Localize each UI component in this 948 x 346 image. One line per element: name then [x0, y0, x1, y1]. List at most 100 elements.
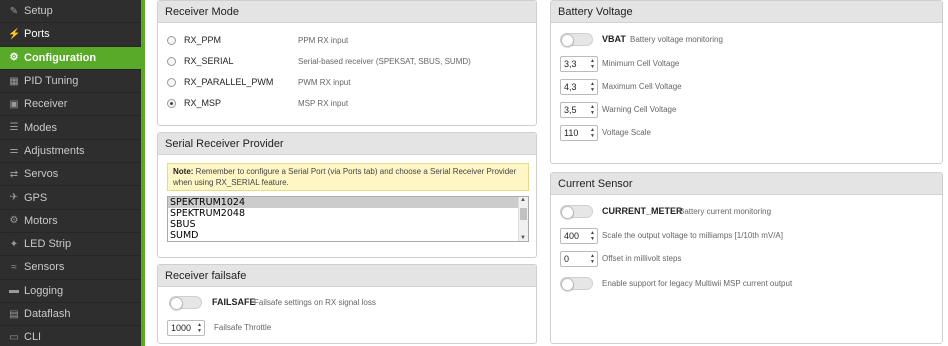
- number-input[interactable]: 0 ▲ ▼: [560, 251, 598, 267]
- note-text: Remember to configure a Serial Port (via…: [173, 167, 517, 187]
- led-icon: ✦: [9, 238, 19, 250]
- sidebar-item-adjustments[interactable]: ⚌ Adjustments: [0, 140, 141, 164]
- spinner-icon[interactable]: ▲ ▼: [590, 127, 595, 139]
- failsafe-toggle[interactable]: [169, 296, 202, 310]
- servo-icon: ⇄: [9, 168, 19, 180]
- sidebar-item-ports[interactable]: ⚡ Ports: [0, 23, 141, 47]
- serial-provider-listbox[interactable]: SPEKTRUM1024 SPEKTRUM2048 SBUS SUMD ▲ ▼: [167, 196, 529, 242]
- number-input[interactable]: 3,3 ▲ ▼: [560, 56, 598, 72]
- number-input[interactable]: 3,5 ▲ ▼: [560, 102, 598, 118]
- sidebar-item-servos[interactable]: ⇄ Servos: [0, 163, 141, 187]
- sidebar-item-label: Receiver: [24, 98, 68, 111]
- number-value: 4,3: [564, 82, 577, 92]
- sidebar-item-label: PID Tuning: [24, 75, 79, 88]
- listbox-option[interactable]: SUMD: [168, 230, 528, 241]
- rx-mode-option-rx-parallel-pwm[interactable]: RX_PARALLEL_PWM PWM RX input: [167, 75, 350, 89]
- current-title: Current Sensor: [551, 173, 942, 195]
- radio-button[interactable]: [167, 98, 176, 108]
- sidebar-item-receiver[interactable]: ▣ Receiver: [0, 93, 141, 117]
- failsafe-label: FAILSAFE: [212, 297, 256, 307]
- vbat-toggle[interactable]: [560, 33, 593, 47]
- serial-provider-panel: Serial Receiver Provider Note: Remember …: [157, 132, 537, 258]
- number-input[interactable]: 110 ▲ ▼: [560, 125, 598, 141]
- sidebar-item-label: LED Strip: [24, 238, 72, 251]
- rx-mode-desc: MSP RX input: [298, 98, 349, 108]
- spinner-icon[interactable]: ▲ ▼: [197, 322, 202, 334]
- failsafe-throttle-input[interactable]: 1000 ▲ ▼: [167, 320, 205, 336]
- spinner-icon[interactable]: ▲ ▼: [590, 230, 595, 242]
- spinner-icon[interactable]: ▲ ▼: [590, 104, 595, 116]
- sidebar-item-configuration[interactable]: ⚙ Configuration: [0, 46, 141, 70]
- sidebar-item-label: Modes: [24, 121, 58, 134]
- sliders-icon: ⚌: [9, 145, 19, 157]
- modes-icon: ☰: [9, 122, 19, 134]
- failsafe-throttle-value: 1000: [171, 323, 192, 333]
- sidebar-item-label: Servos: [24, 168, 59, 181]
- rx-mode-name: RX_PARALLEL_PWM: [184, 77, 274, 87]
- sidebar-item-led-strip[interactable]: ✦ LED Strip: [0, 233, 141, 257]
- rx-mode-option-rx-serial[interactable]: RX_SERIAL Serial-based receiver (SPEKSAT,…: [167, 54, 471, 68]
- sidebar-item-modes[interactable]: ☰ Modes: [0, 116, 141, 140]
- number-value: 3,3: [564, 59, 577, 69]
- sidebar-item-motors[interactable]: ⚙ Motors: [0, 210, 141, 233]
- gear-icon: ⚙: [9, 52, 19, 64]
- number-value: 3,5: [564, 105, 577, 115]
- number-label: Minimum Cell Voltage: [602, 59, 680, 68]
- spinner-icon[interactable]: ▲ ▼: [590, 81, 595, 93]
- sidebar-item-dataflash[interactable]: ▤ Dataflash: [0, 303, 141, 327]
- rx-mode-option-rx-ppm[interactable]: RX_PPM PPM RX input: [167, 33, 348, 47]
- scroll-thumb[interactable]: [520, 208, 527, 220]
- rx-mode-desc: PWM RX input: [298, 77, 351, 87]
- sidebar-item-label: Logging: [24, 284, 64, 297]
- note-bold: Note:: [173, 167, 194, 176]
- listbox-option[interactable]: SPEKTRUM2048: [168, 208, 528, 219]
- receiver-mode-panel: Receiver Mode RX_PPM PPM RX input RX_SERIA…: [157, 0, 537, 126]
- rx-mode-option-rx-msp[interactable]: RX_MSP MSP RX input: [167, 96, 348, 110]
- listbox-option[interactable]: SBUS: [168, 219, 528, 230]
- serial-provider-title: Serial Receiver Provider: [158, 133, 536, 155]
- sidebar-item-label: Motors: [24, 214, 58, 227]
- number-input[interactable]: 4,3 ▲ ▼: [560, 79, 598, 95]
- sidebar-item-cli[interactable]: ▭ CLI: [0, 326, 141, 346]
- radio-button[interactable]: [167, 77, 176, 87]
- number-label: Warning Cell Voltage: [602, 105, 677, 114]
- sidebar: ✎ Setup ⚡ Ports ⚙ Configuration ▦ PID Tuning ▣ Re…: [0, 0, 141, 346]
- number-label: Offset in millivolt steps: [602, 254, 682, 263]
- legacy-msp-toggle[interactable]: [560, 277, 593, 291]
- spinner-icon[interactable]: ▲ ▼: [590, 253, 595, 265]
- failsafe-desc: Failsafe settings on RX signal loss: [254, 298, 376, 307]
- radio-button[interactable]: [167, 56, 176, 66]
- serial-provider-note: Note: Remember to configure a Serial Por…: [167, 163, 529, 191]
- sidebar-item-setup[interactable]: ✎ Setup: [0, 0, 141, 24]
- number-label: Maximum Cell Voltage: [602, 82, 682, 91]
- scroll-down-icon[interactable]: ▼: [520, 235, 526, 241]
- sidebar-item-label: Configuration: [24, 51, 97, 64]
- spinner-icon[interactable]: ▲ ▼: [590, 58, 595, 70]
- sidebar-item-logging[interactable]: ▬ Logging: [0, 280, 141, 303]
- sidebar-item-sensors[interactable]: ≈ Sensors: [0, 256, 141, 280]
- current-meter-label: CURRENT_METER: [602, 206, 683, 216]
- number-value: 110: [564, 128, 579, 138]
- sidebar-item-label: Ports: [24, 28, 50, 41]
- current-meter-toggle[interactable]: [560, 205, 593, 219]
- cli-icon: ▭: [9, 331, 19, 343]
- number-label: Voltage Scale: [602, 128, 651, 137]
- current-panel: Current Sensor CURRENT_METER Battery cur…: [550, 172, 943, 344]
- listbox-scrollbar[interactable]: ▲ ▼: [518, 197, 528, 241]
- sidebar-item-gps[interactable]: ✈ GPS: [0, 186, 141, 210]
- vbat-desc: Battery voltage monitoring: [630, 35, 723, 44]
- number-input[interactable]: 400 ▲ ▼: [560, 228, 598, 244]
- sidebar-item-label: CLI: [24, 331, 42, 344]
- sidebar-item-pid-tuning[interactable]: ▦ PID Tuning: [0, 70, 141, 94]
- rx-mode-desc: PPM RX input: [298, 35, 349, 45]
- listbox-option[interactable]: SPEKTRUM1024: [168, 197, 528, 208]
- scroll-up-icon[interactable]: ▲: [520, 197, 526, 203]
- plug-icon: ⚡: [8, 28, 21, 40]
- sensors-icon: ≈: [11, 261, 17, 273]
- rx-mode-name: RX_PPM: [184, 35, 222, 45]
- current-meter-desc: Battery current monitoring: [679, 207, 772, 216]
- sidebar-item-label: Setup: [24, 5, 53, 18]
- radio-button[interactable]: [167, 35, 176, 45]
- vbat-label: VBAT: [602, 34, 626, 44]
- number-value: 0: [564, 254, 570, 264]
